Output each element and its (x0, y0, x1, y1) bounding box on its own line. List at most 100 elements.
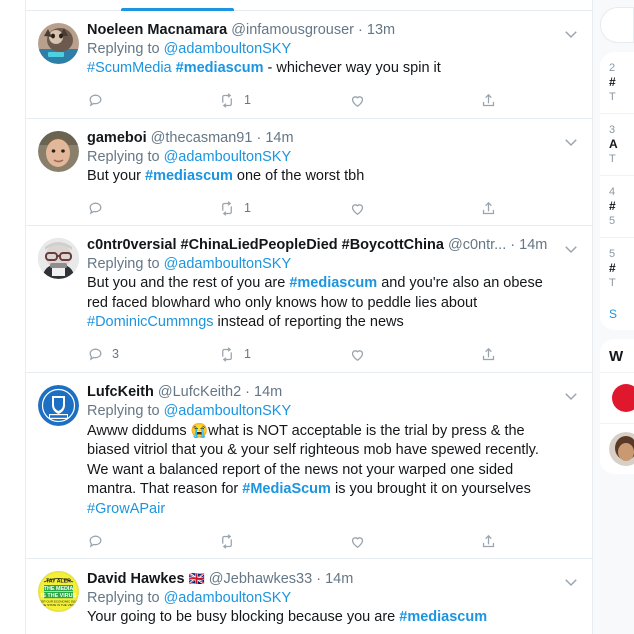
svg-text:TAY ALER: TAY ALER (46, 579, 71, 585)
like-button[interactable] (349, 533, 480, 550)
reply-button[interactable] (87, 533, 218, 550)
trend-rank: 2 (609, 62, 616, 74)
follow-suggestion[interactable] (600, 423, 634, 474)
tweet-gameboi[interactable]: gameboi @thecasman91 · 14m Replying to @… (26, 118, 592, 226)
timeline-top-stub (26, 0, 592, 12)
handle[interactable]: @LufcKeith2 (158, 384, 241, 400)
trend-item[interactable]: 4 # 5 (600, 175, 634, 237)
handle[interactable]: @c0ntr... (448, 237, 506, 253)
tweet-lufckeith[interactable]: LufcKeith @LufcKeith2 · 14m Replying to … (26, 372, 592, 559)
hashtag-link[interactable]: #mediascum (399, 609, 487, 625)
trend-item[interactable]: 3 A T (600, 113, 634, 175)
timestamp[interactable]: 14m (254, 384, 282, 400)
svg-text:THE STATE IS THE VIRUS: THE STATE IS THE VIRUS (40, 603, 77, 607)
timestamp[interactable]: 14m (265, 130, 293, 146)
like-button[interactable] (349, 92, 480, 109)
reply-button[interactable]: 3 (87, 346, 218, 363)
tweet-menu-button[interactable] (562, 133, 580, 151)
display-name[interactable]: Noeleen Macnamara (87, 22, 227, 38)
replies-timeline: Noeleen Macnamara @infamousgrouser · 13m… (26, 0, 592, 634)
like-button[interactable] (349, 346, 480, 363)
tweet-menu-button[interactable] (562, 573, 580, 591)
trends-card: 2 # T 3 A T 4 # 5 5 # T S (600, 52, 634, 330)
chevron-down-icon (565, 579, 577, 587)
retweet-count: 1 (244, 200, 251, 215)
share-button[interactable] (480, 533, 497, 550)
avatar-wrap (38, 236, 87, 368)
replying-label: Replying to (87, 590, 164, 606)
retweet-count: 1 (244, 93, 251, 108)
timestamp[interactable]: 14m (519, 237, 547, 253)
retweet-button[interactable]: 1 (218, 200, 349, 217)
tweet-text: But your #mediascum one of the worst tbh (87, 167, 554, 187)
cat-photo-icon (38, 23, 79, 64)
avatar[interactable] (38, 130, 79, 172)
man-photo-icon (38, 130, 79, 172)
trend-meta: 5 (609, 215, 616, 227)
text-run: is you brought it on yourselves (330, 481, 531, 497)
follow-suggestion[interactable] (600, 372, 634, 423)
reply-icon (89, 348, 102, 361)
reply-button[interactable] (87, 92, 218, 109)
reply-icon (89, 535, 102, 547)
share-button[interactable] (480, 346, 497, 363)
display-name[interactable]: c0ntr0versial #ChinaLiedPeopleDied #Boyc… (87, 237, 444, 253)
display-name[interactable]: gameboi (87, 130, 147, 146)
tweet-header: David Hawkes 🇬🇧 @Jebhawkes33 · 14m (87, 569, 554, 589)
reply-count: 3 (112, 347, 119, 362)
timestamp[interactable]: 14m (325, 571, 353, 587)
hashtag-link[interactable]: #ScumMedia (87, 60, 172, 76)
retweet-button[interactable] (218, 533, 349, 550)
trend-item[interactable]: 2 # T (600, 52, 634, 113)
tweet-menu-button[interactable] (562, 387, 580, 405)
timestamp[interactable]: 13m (367, 22, 395, 38)
replying-label: Replying to (87, 402, 164, 419)
handle[interactable]: @Jebhawkes33 (209, 571, 312, 587)
tweet-actions (87, 528, 507, 554)
display-name[interactable]: LufcKeith (87, 384, 154, 400)
reply-target-mention[interactable]: @adamboultonSKY (164, 149, 292, 165)
tweet-body: gameboi @thecasman91 · 14m Replying to @… (87, 129, 580, 222)
handle[interactable]: @thecasman91 (151, 130, 253, 146)
avatar[interactable] (609, 432, 634, 466)
tweet-menu-button[interactable] (562, 240, 580, 258)
flag-icon: 🇬🇧 (188, 571, 205, 586)
hashtag-link[interactable]: #mediascum (176, 60, 264, 76)
avatar[interactable] (38, 384, 79, 426)
avatar[interactable] (38, 238, 79, 279)
reply-target-mention[interactable]: @adamboultonSKY (164, 256, 292, 272)
share-button[interactable] (480, 200, 497, 217)
trend-item[interactable]: 5 # T (600, 237, 634, 299)
retweet-button[interactable]: 1 (218, 346, 349, 363)
retweet-icon (222, 533, 232, 549)
search-input[interactable] (600, 7, 634, 43)
chevron-down-icon (565, 138, 577, 146)
avatar[interactable] (38, 23, 79, 64)
hashtag-link[interactable]: #DominicCummngs (87, 314, 214, 330)
trend-name: # (609, 75, 616, 89)
handle[interactable]: @infamousgrouser (231, 22, 354, 38)
avatar[interactable]: TAY ALER THE MEDIA IS THE VIRUS KEEP OUR… (38, 571, 79, 612)
tweet-c0ntr0versial[interactable]: c0ntr0versial #ChinaLiedPeopleDied #Boyc… (26, 226, 592, 373)
replying-label: Replying to (87, 41, 164, 57)
tweet-noeleen[interactable]: Noeleen Macnamara @infamousgrouser · 13m… (26, 11, 592, 119)
reply-target-mention[interactable]: @adamboultonSKY (164, 41, 292, 57)
share-button[interactable] (480, 92, 497, 109)
hashtag-link[interactable]: #mediascum (289, 275, 377, 291)
retweet-button[interactable]: 1 (218, 92, 349, 109)
hashtag-link[interactable]: #MediaScum (242, 481, 331, 497)
reply-target-mention[interactable]: @adamboultonSKY (164, 403, 292, 419)
reply-target-mention[interactable]: @adamboultonSKY (164, 590, 292, 606)
separator: · (316, 571, 322, 587)
tweet-davidhawkes[interactable]: TAY ALER THE MEDIA IS THE VIRUS KEEP OUR… (26, 559, 592, 634)
reply-button[interactable] (87, 200, 218, 217)
show-more-link[interactable]: S (600, 299, 634, 330)
tweet-menu-button[interactable] (562, 25, 580, 43)
avatar[interactable] (609, 381, 634, 415)
like-button[interactable] (349, 200, 480, 217)
text-run: But your (87, 167, 146, 184)
hashtag-link[interactable]: #GrowAPair (87, 501, 165, 517)
replying-to: Replying to @adamboultonSKY (87, 148, 554, 167)
hashtag-link[interactable]: #mediascum (145, 168, 233, 184)
display-name[interactable]: David Hawkes (87, 571, 185, 587)
